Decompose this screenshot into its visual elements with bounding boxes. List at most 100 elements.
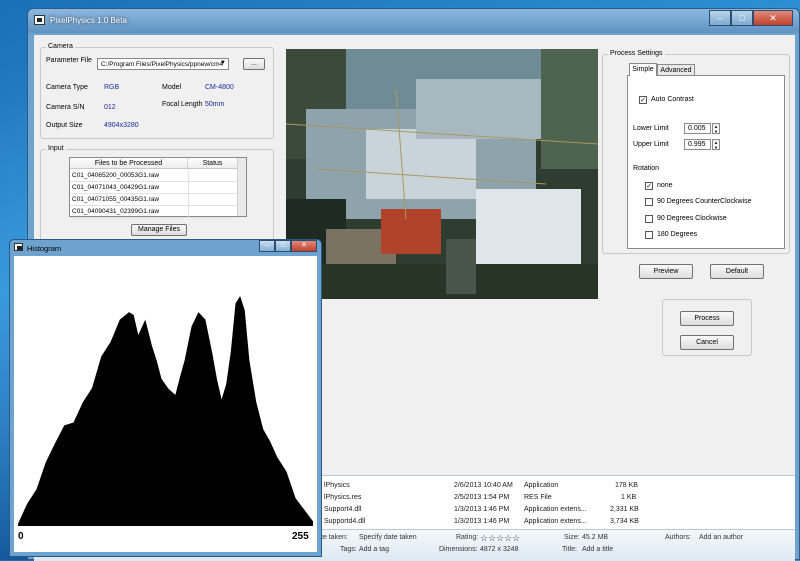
preview-button[interactable]: Preview	[639, 264, 693, 279]
file-status	[188, 182, 238, 193]
upper-limit-input[interactable]: 0.995	[684, 139, 711, 150]
file-date: 1/3/2013 1:46 PM	[454, 518, 510, 525]
rotation-none-checkbox[interactable]: ✓	[645, 182, 653, 190]
file-type: Application extens...	[524, 518, 587, 525]
histogram-minimize-button[interactable]: –	[259, 240, 275, 252]
size-value: 45.2 MB	[582, 534, 609, 541]
chevron-down-icon: ▼	[220, 60, 226, 66]
dimensions-label: Dimensions:	[439, 546, 478, 553]
rotation-label: Rotation	[633, 165, 660, 172]
file-name: C01_04071055_00435G1.raw	[72, 196, 160, 203]
tab-simple[interactable]: Simple	[629, 63, 657, 76]
size-label: Size:	[564, 534, 580, 541]
file-size: 1 KB	[621, 494, 637, 501]
tags-value[interactable]: Add a tag	[359, 546, 389, 553]
default-button[interactable]: Default	[710, 264, 764, 279]
lower-limit-label: Lower Limit	[633, 125, 669, 132]
rotation-180-label: 180 Degrees	[657, 231, 698, 238]
title-label: Title:	[562, 546, 577, 553]
rotation-180-checkbox[interactable]	[645, 231, 653, 239]
process-action-group: Process Cancel	[662, 299, 752, 356]
authors-value[interactable]: Add an author	[699, 534, 743, 541]
file-status	[188, 206, 238, 217]
file-status	[188, 170, 238, 181]
camera-sn-value: 012	[104, 104, 116, 111]
manage-files-button[interactable]: Manage Files	[131, 224, 187, 236]
focal-length-value: 50mm	[205, 101, 225, 108]
camera-sn-label: Camera S/N	[46, 104, 85, 111]
file-date: 1/3/2013 1:46 PM	[454, 506, 510, 513]
simple-tab-panel: ✓ Auto Contrast Lower Limit 0.005 ▲ ▼ Upp…	[627, 75, 785, 249]
camera-legend: Camera	[46, 43, 75, 50]
authors-label: Authors:	[665, 534, 692, 541]
process-settings-group: Process Settings Simple Advanced ✓ Auto …	[602, 50, 790, 254]
histogram-maximize-button[interactable]: □	[275, 240, 291, 252]
x-axis-min-label: 0	[18, 531, 24, 542]
camera-type-value: RGB	[104, 84, 120, 91]
file-name: C01_04065200_00053G1.raw	[72, 172, 160, 179]
preview-image	[286, 49, 598, 299]
upper-limit-stepper[interactable]: ▲ ▼	[712, 139, 720, 150]
maximize-button[interactable]: □	[731, 10, 753, 26]
tags-label: Tags:	[340, 546, 357, 553]
title-value[interactable]: Add a title	[582, 546, 613, 553]
histogram-title[interactable]: Histogram	[27, 244, 61, 253]
table-row[interactable]: C01_04065200_00053G1.raw	[70, 170, 238, 182]
input-legend: Input	[46, 145, 66, 152]
histogram-close-button[interactable]: ✕	[291, 240, 317, 252]
lower-limit-stepper[interactable]: ▲ ▼	[712, 123, 720, 134]
table-scrollbar[interactable]	[237, 158, 246, 216]
rotation-ccw-checkbox[interactable]	[645, 198, 653, 206]
file-name[interactable]: Support4.dll	[324, 506, 361, 513]
auto-contrast-checkbox[interactable]: ✓	[639, 96, 647, 104]
file-date: 2/6/2013 10:40 AM	[454, 482, 513, 489]
parameter-file-combo[interactable]: C:/Program Files/PixelPhysics/ppnew/cm4 …	[97, 58, 229, 70]
cancel-button[interactable]: Cancel	[680, 335, 734, 350]
x-axis-max-label: 255	[292, 531, 309, 542]
column-header-files[interactable]: Files to be Processed	[70, 158, 188, 169]
rotation-ccw-label: 90 Degrees CounterClockwise	[657, 198, 752, 205]
file-name[interactable]: lPhysics	[324, 482, 350, 489]
file-name: C01_04090431_02399G1.raw	[72, 208, 160, 215]
minimize-button[interactable]: –	[709, 10, 731, 26]
rotation-none-label: none	[657, 182, 673, 189]
camera-group: Camera Parameter File C:/Program Files/P…	[40, 43, 274, 139]
histogram-app-icon	[14, 243, 23, 251]
histogram-area	[18, 296, 313, 526]
app-icon	[34, 15, 45, 25]
auto-contrast-label: Auto Contrast	[651, 96, 694, 103]
model-value: CM-4800	[205, 84, 234, 91]
files-table[interactable]: Files to be Processed Status C01_0406520…	[69, 157, 247, 218]
file-name[interactable]: Supportd4.dll	[324, 518, 365, 525]
rating-stars[interactable]: ☆☆☆☆☆	[480, 533, 520, 544]
parameter-file-value: C:/Program Files/PixelPhysics/ppnew/cm4	[101, 61, 224, 68]
dimensions-value: 4872 x 3248	[480, 546, 519, 553]
window-title: PixelPhysics 1.0 Beta	[50, 16, 127, 25]
table-row[interactable]: C01_04071055_00435G1.raw	[70, 194, 238, 206]
main-titlebar[interactable]: PixelPhysics 1.0 Beta – □ ✕	[28, 9, 799, 33]
model-label: Model	[162, 84, 182, 91]
table-row[interactable]: C01_04090431_02399G1.raw	[70, 206, 238, 218]
file-size: 2,331 KB	[610, 506, 639, 513]
rotation-cw-checkbox[interactable]	[645, 215, 653, 223]
file-status	[188, 194, 238, 205]
lower-limit-input[interactable]: 0.005	[684, 123, 711, 134]
rotation-cw-label: 90 Degrees Clockwise	[657, 215, 727, 222]
process-button[interactable]: Process	[680, 311, 734, 326]
table-row[interactable]: C01_04071043_00429G1.raw	[70, 182, 238, 194]
file-type: Application extens...	[524, 506, 587, 513]
file-type: RES File	[524, 494, 552, 501]
browse-button[interactable]: ...	[243, 58, 265, 70]
rating-label: Rating:	[456, 534, 479, 541]
camera-type-label: Camera Type	[46, 84, 88, 91]
histogram-window: Histogram – □ ✕ 0 255	[9, 239, 322, 557]
output-size-value: 4904x3280	[104, 122, 139, 129]
column-header-status[interactable]: Status	[188, 158, 238, 169]
file-type: Application	[524, 482, 559, 489]
close-button[interactable]: ✕	[753, 10, 793, 26]
process-settings-legend: Process Settings	[608, 50, 665, 57]
file-name: C01_04071043_00429G1.raw	[72, 184, 160, 191]
parameter-file-label: Parameter File	[46, 57, 92, 64]
file-name[interactable]: lPhysics.res	[324, 494, 361, 501]
date-taken-value[interactable]: Specify date taken	[359, 534, 417, 541]
